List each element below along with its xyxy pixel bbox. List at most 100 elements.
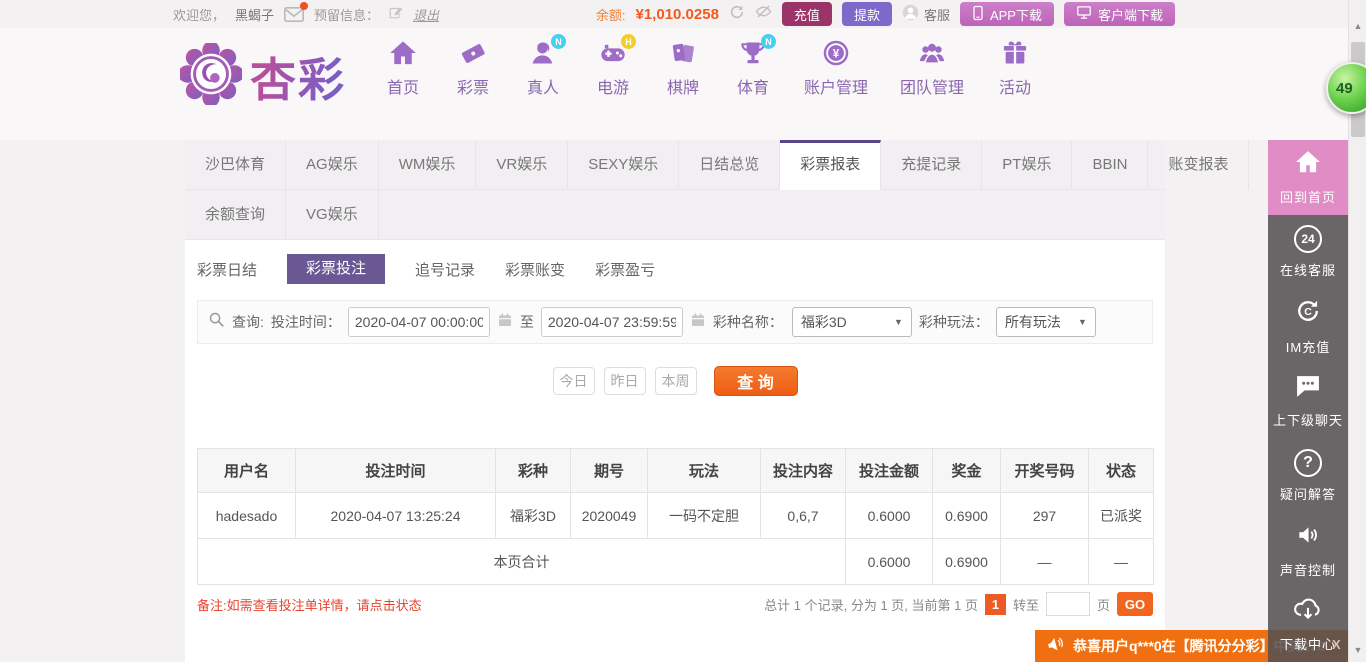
- dock-label: IM充值: [1286, 337, 1330, 356]
- right-dock: 回到首页 24 在线客服 C IM充值 上下级聊天 ? 疑问解答 声音控制: [1268, 140, 1348, 662]
- calendar-icon[interactable]: [497, 312, 513, 333]
- nav-item-account[interactable]: ¥ 账户管理: [788, 40, 884, 98]
- dock-label: 上下级聊天: [1273, 410, 1343, 429]
- refresh-balance-icon[interactable]: [729, 4, 745, 25]
- subtab-lottery-pnl[interactable]: 彩票盈亏: [595, 259, 655, 280]
- close-icon[interactable]: X: [1332, 637, 1341, 652]
- nav-label: 真人: [527, 74, 559, 98]
- col-draw-number: 开奖号码: [1001, 449, 1089, 493]
- app-download-button[interactable]: APP下载: [960, 2, 1054, 26]
- cell-prize: 0.6900: [933, 493, 1001, 539]
- subtabs: 彩票日结 彩票投注 追号记录 彩票账变 彩票盈亏: [197, 254, 1165, 284]
- nav-item-promos[interactable]: 活动: [980, 40, 1050, 98]
- status-badge[interactable]: 已派奖: [1089, 493, 1154, 539]
- summary-dash: —: [1089, 539, 1154, 585]
- dock-item-faq[interactable]: ? 疑问解答: [1268, 438, 1348, 513]
- tab-lottery-report[interactable]: 彩票报表: [780, 140, 881, 190]
- withdraw-button[interactable]: 提款: [842, 2, 892, 26]
- client-download-label: 客户端下载: [1098, 5, 1163, 24]
- tab-deposit-withdraw-records[interactable]: 充提记录: [881, 140, 982, 190]
- chevron-down-icon: ▼: [1078, 317, 1087, 327]
- play-type-select[interactable]: 所有玩法 ▼: [996, 307, 1096, 337]
- nav-item-home[interactable]: 首页: [368, 40, 438, 98]
- summary-prize: 0.6900: [933, 539, 1001, 585]
- tab-vr[interactable]: VR娱乐: [476, 140, 568, 190]
- dock-item-online-service[interactable]: 24 在线客服: [1268, 215, 1348, 290]
- nav-item-live[interactable]: N 真人: [508, 40, 578, 98]
- tab-filler: [379, 190, 1165, 239]
- dock-item-chat[interactable]: 上下级聊天: [1268, 364, 1348, 439]
- nav-label: 团队管理: [900, 74, 964, 98]
- pagination-summary: 总计 1 个记录, 分为 1 页, 当前第 1 页: [764, 595, 978, 614]
- pagination: 总计 1 个记录, 分为 1 页, 当前第 1 页 1 转至 页 GO: [764, 592, 1153, 616]
- recharge-button[interactable]: 充值: [782, 2, 832, 26]
- scroll-down-arrow[interactable]: ▼: [1349, 642, 1366, 658]
- current-page-button[interactable]: 1: [985, 594, 1006, 615]
- dock-label: 回到首页: [1280, 187, 1336, 206]
- goto-page-input[interactable]: [1046, 592, 1090, 616]
- dock-item-im-recharge[interactable]: C IM充值: [1268, 289, 1348, 364]
- nav-item-team[interactable]: 团队管理: [884, 40, 980, 98]
- nav-item-egames[interactable]: H 电游: [578, 40, 648, 98]
- balance-label: 余额:: [596, 5, 626, 24]
- summary-label: 本页合计: [198, 539, 846, 585]
- subtab-lottery-daily[interactable]: 彩票日结: [197, 259, 257, 280]
- message-icon[interactable]: [284, 7, 304, 22]
- username: 黑蝎子: [235, 5, 274, 24]
- go-button[interactable]: GO: [1117, 592, 1153, 616]
- yesterday-button[interactable]: 昨日: [604, 367, 646, 395]
- nav-item-sports[interactable]: N 体育: [718, 40, 788, 98]
- megaphone-icon: [1045, 635, 1065, 658]
- subtab-lottery-bets[interactable]: 彩票投注: [287, 254, 385, 284]
- this-week-button[interactable]: 本周: [655, 367, 697, 395]
- tab-shaba-sports[interactable]: 沙巴体育: [185, 140, 286, 190]
- tab-balance-change-report[interactable]: 账变报表: [1148, 140, 1249, 190]
- tabs-row-2: 余额查询 VG娱乐: [185, 190, 1165, 240]
- nav-label: 体育: [737, 74, 769, 98]
- topbar: 欢迎您， 黑蝎子 预留信息： 退出 余额: ¥1,010.0258 充值 提款: [0, 0, 1366, 28]
- search-button[interactable]: 查 询: [714, 366, 798, 396]
- tab-bbin[interactable]: BBIN: [1072, 140, 1148, 190]
- ticket-icon: [459, 39, 487, 72]
- team-icon: [918, 39, 946, 72]
- tab-vg[interactable]: VG娱乐: [286, 190, 379, 240]
- cell-username: hadesado: [198, 493, 296, 539]
- logout-link[interactable]: 退出: [413, 5, 439, 24]
- tab-wm[interactable]: WM娱乐: [379, 140, 477, 190]
- chat-bubble-icon: [1294, 374, 1322, 403]
- col-play: 玩法: [648, 449, 761, 493]
- dock-item-sound[interactable]: 声音控制: [1268, 513, 1348, 588]
- quick-range-row: 今日 昨日 本周 查 询: [185, 366, 1165, 396]
- scroll-up-arrow[interactable]: ▲: [1349, 18, 1366, 34]
- tab-daily-summary[interactable]: 日结总览: [679, 140, 780, 190]
- edit-icon[interactable]: [389, 5, 403, 24]
- monitor-icon: [1076, 5, 1092, 23]
- dock-item-back-home[interactable]: 回到首页: [1268, 140, 1348, 215]
- today-button[interactable]: 今日: [553, 367, 595, 395]
- subtab-lottery-balance-change[interactable]: 彩票账变: [505, 259, 565, 280]
- hide-balance-icon[interactable]: [755, 3, 772, 25]
- site-header: 杏彩 首页 彩票 N: [0, 28, 1366, 140]
- nav-label: 棋牌: [667, 74, 699, 98]
- start-time-input[interactable]: [348, 307, 490, 337]
- nav-item-cards[interactable]: 棋牌: [648, 40, 718, 98]
- end-time-input[interactable]: [541, 307, 683, 337]
- customer-service-link[interactable]: 客服: [902, 4, 950, 24]
- col-bet-time: 投注时间: [296, 449, 496, 493]
- tab-ag[interactable]: AG娱乐: [286, 140, 379, 190]
- nav-label: 首页: [387, 74, 419, 98]
- brand-logo[interactable]: 杏彩: [180, 43, 346, 110]
- tab-pt[interactable]: PT娱乐: [982, 140, 1072, 190]
- col-lottery: 彩种: [496, 449, 571, 493]
- tab-balance-query[interactable]: 余额查询: [185, 190, 286, 240]
- col-status: 状态: [1089, 449, 1154, 493]
- table-footer: 备注:如需查看投注单详情，请点击状态 总计 1 个记录, 分为 1 页, 当前第…: [197, 592, 1153, 616]
- calendar-icon[interactable]: [690, 312, 706, 333]
- nav-item-lottery[interactable]: 彩票: [438, 40, 508, 98]
- lottery-name-label: 彩种名称：: [713, 312, 783, 332]
- lottery-name-value: 福彩3D: [801, 312, 847, 332]
- client-download-button[interactable]: 客户端下载: [1064, 2, 1175, 26]
- lottery-name-select[interactable]: 福彩3D ▼: [792, 307, 912, 337]
- tab-sexy[interactable]: SEXY娱乐: [568, 140, 679, 190]
- subtab-chase-records[interactable]: 追号记录: [415, 259, 475, 280]
